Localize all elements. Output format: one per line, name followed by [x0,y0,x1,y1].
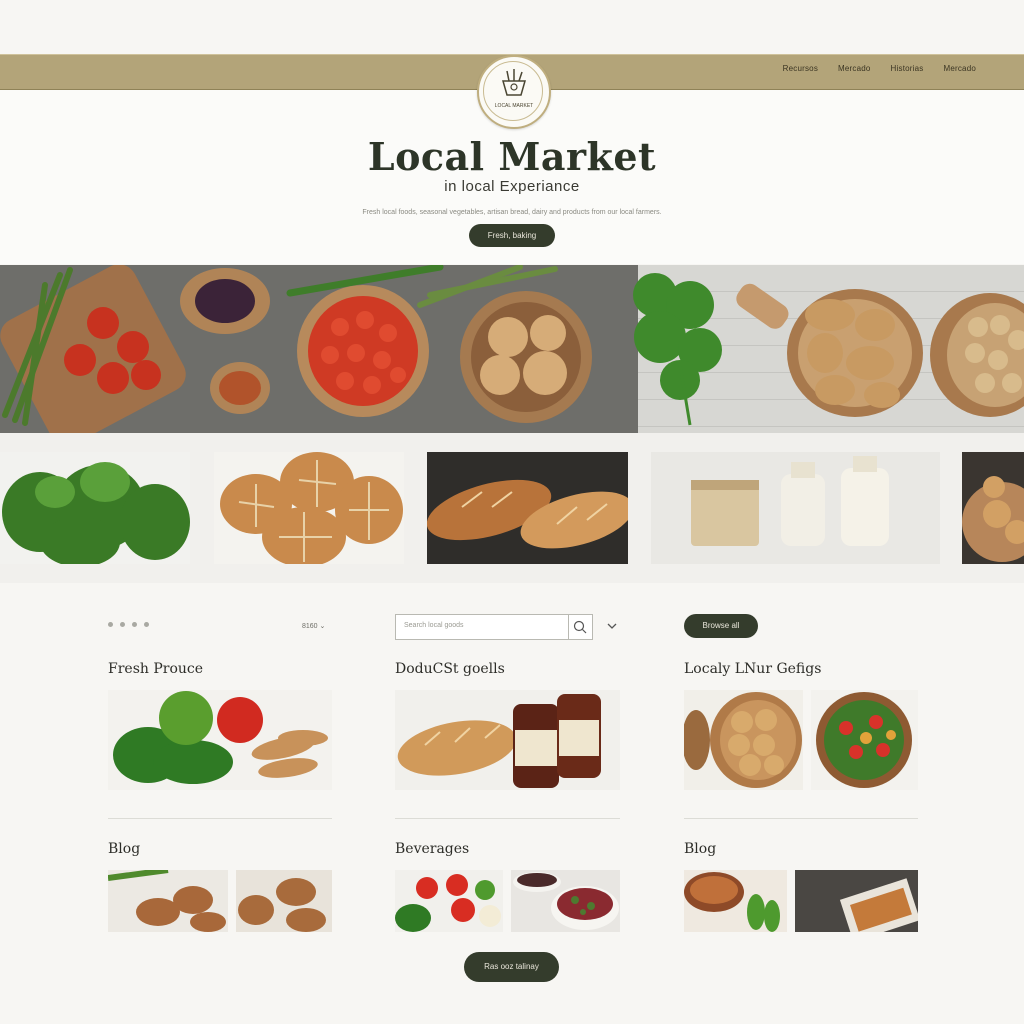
leafy-greens-image [2,462,190,564]
baguette-tile[interactable] [427,452,628,564]
page-title: Local Market [367,134,657,179]
section-heading: Blog [108,841,141,857]
search-icon [573,620,587,634]
search-placeholder: Search local goods [404,622,464,629]
tagline: Fresh local foods, seasonal vegetables, … [362,209,662,216]
nav-link[interactable]: Recursos [783,64,818,73]
search-button[interactable] [568,615,592,639]
nav-link[interactable]: Mercado [943,64,976,73]
beverages-image-1[interactable] [395,870,503,932]
vegetable-basket-icon [502,69,526,96]
section-heading: Blog [684,841,717,857]
browse-button[interactable]: Browse all [684,614,758,638]
section-heading: Beverages [395,841,470,857]
sort-label: 8160 [302,623,318,630]
dairy-tile[interactable] [651,452,940,564]
greens-tile[interactable] [0,452,190,564]
blog-image-1[interactable] [108,870,228,932]
page-subtitle: in local Experiance [444,178,580,195]
local-goods-image-1[interactable] [684,690,803,790]
section-heading: Fresh Prouce [108,661,204,677]
chevron-down-icon: ⌄ [319,623,326,630]
section-heading: DoduCSt goells [395,661,505,677]
blog-image-4[interactable] [795,870,918,932]
fresh-produce-image[interactable] [108,690,332,790]
pastry-image [962,476,1024,562]
produce-illustration [0,265,1024,433]
blog-image-2[interactable] [236,870,332,932]
search-input[interactable]: Search local goods [395,614,593,640]
rolls-tile[interactable] [214,452,404,564]
logo[interactable]: LOCAL MARKET [477,55,551,129]
pastry-tile[interactable] [962,452,1024,564]
bread-rolls-image [220,452,403,564]
hero-cta-button[interactable]: Fresh, baking [469,224,555,247]
logo-text: LOCAL MARKET [494,103,534,109]
sort-select[interactable]: 8160 ⌄ [302,622,325,630]
hero-banner-image [0,265,1024,433]
top-nav: Recursos Mercado Historias Mercado [783,64,976,73]
blog-image-3[interactable] [684,870,787,932]
nav-link[interactable]: Historias [891,64,924,73]
divider [108,818,332,819]
pagination-dots[interactable] [108,622,149,627]
nav-link[interactable]: Mercado [838,64,871,73]
products-image[interactable] [395,690,620,790]
baguette-image [427,479,628,549]
divider [395,818,620,819]
load-more-button[interactable]: Ras ooz talinay [464,952,559,982]
chevron-down-icon[interactable] [605,619,619,633]
section-heading: Localy LNur Gefigs [684,661,822,677]
dairy-products-image [691,456,889,546]
local-goods-image-2[interactable] [811,690,918,790]
beverages-image-2[interactable] [511,870,620,932]
divider [684,818,918,819]
